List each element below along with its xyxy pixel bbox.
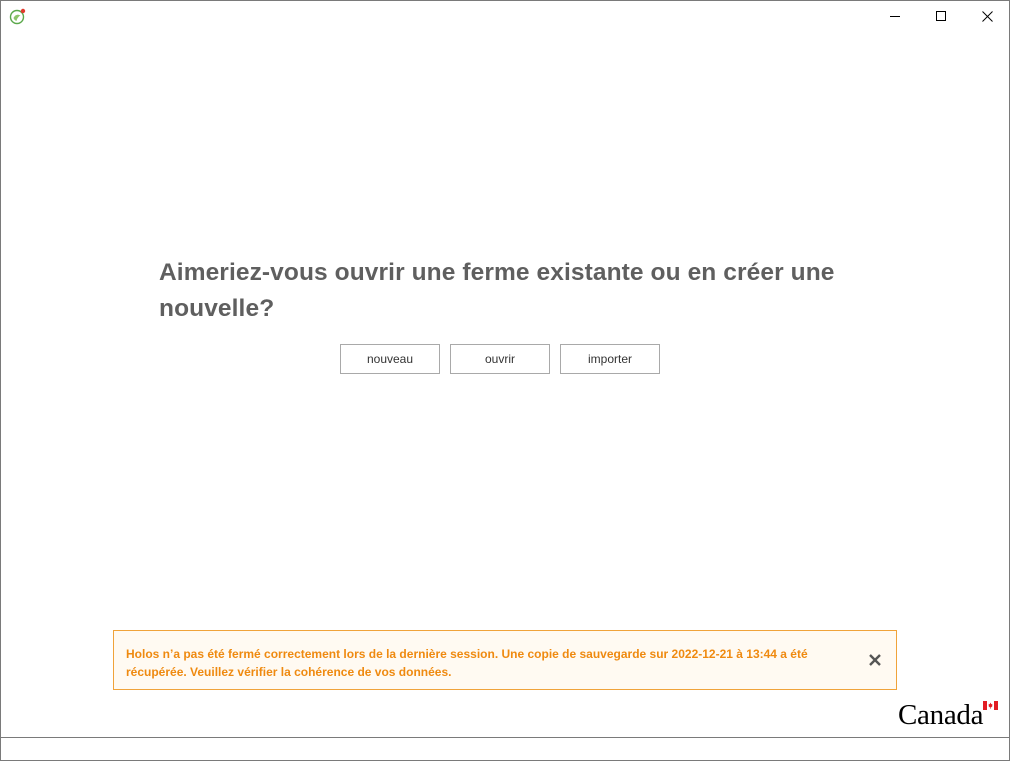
recovery-message: Holos n’a pas été fermé correctement lor… (126, 647, 808, 679)
canada-flag-icon (983, 701, 998, 710)
maximize-icon (936, 11, 946, 21)
close-icon (981, 10, 993, 22)
status-bar (1, 737, 1009, 760)
app-window: Aimeriez-vous ouvrir une ferme existante… (0, 0, 1010, 761)
import-farm-button[interactable]: importer (560, 344, 660, 374)
open-farm-button[interactable]: ouvrir (450, 344, 550, 374)
dismiss-notification-button[interactable] (864, 649, 886, 671)
close-x-icon (869, 654, 881, 666)
new-farm-button[interactable]: nouveau (340, 344, 440, 374)
maximize-button[interactable] (918, 1, 964, 31)
holos-leaf-icon (9, 7, 27, 25)
window-close-button[interactable] (964, 1, 1009, 31)
minimize-icon (890, 16, 900, 17)
canada-wordmark-text: Canada (898, 699, 984, 731)
welcome-question: Aimeriez-vous ouvrir une ferme existante… (159, 259, 835, 322)
title-bar[interactable] (1, 1, 1009, 31)
minimize-button[interactable] (872, 1, 918, 31)
recovery-notification: Holos n’a pas été fermé correctement lor… (113, 630, 897, 690)
canada-wordmark: Canada (898, 697, 1002, 733)
